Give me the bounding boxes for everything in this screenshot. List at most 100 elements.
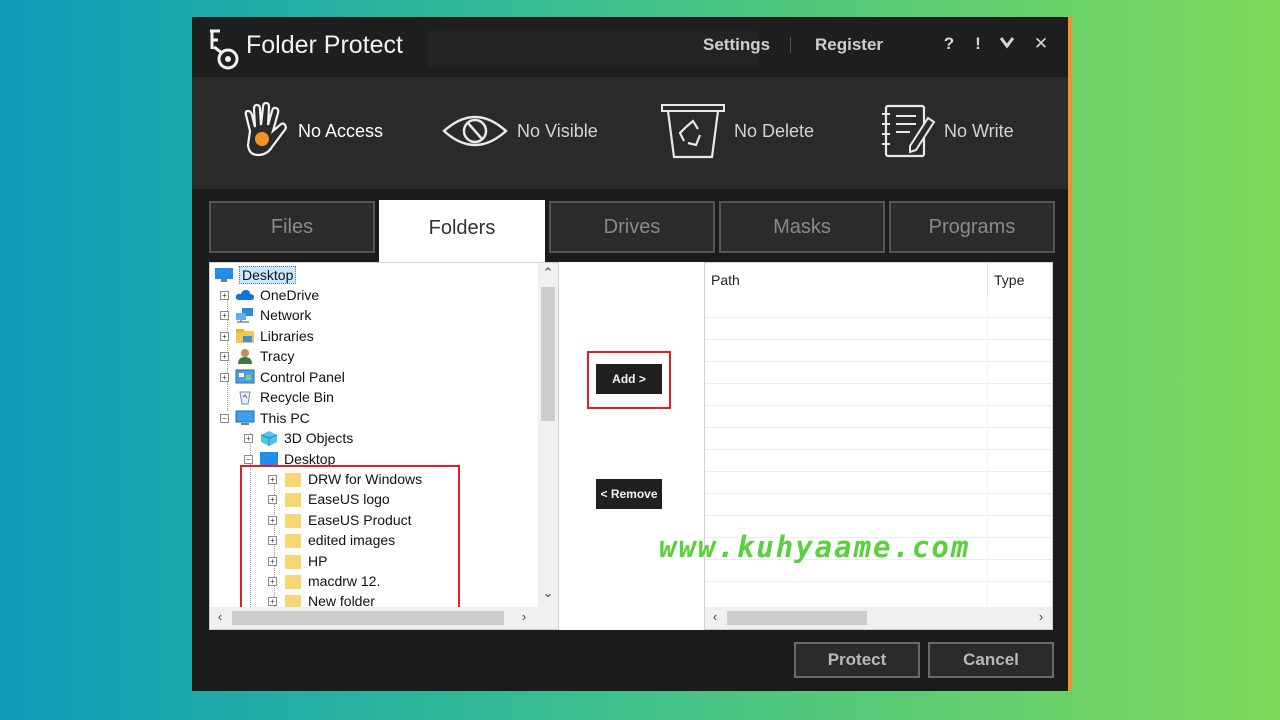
tab-folders[interactable]: Folders bbox=[379, 200, 545, 263]
tree-item-desktop[interactable]: Desktop bbox=[214, 265, 297, 285]
hand-icon bbox=[244, 101, 287, 157]
tab-programs[interactable]: Programs bbox=[889, 201, 1055, 253]
remove-button[interactable]: < Remove bbox=[596, 479, 662, 509]
grid-line bbox=[705, 361, 1052, 362]
cancel-button[interactable]: Cancel bbox=[928, 642, 1054, 678]
recycle-bin-icon bbox=[235, 389, 255, 405]
watermark-text: www.kuhyaame.com bbox=[659, 530, 971, 564]
tree-horizontal-scrollbar[interactable]: ‹ › bbox=[210, 607, 558, 629]
tree-item-label: This PC bbox=[260, 410, 310, 426]
protected-list[interactable]: Path Type ‹ › bbox=[704, 262, 1053, 630]
action-panel: Add > < Remove bbox=[559, 262, 704, 630]
desktop-icon bbox=[214, 267, 234, 283]
tree-item-label: Network bbox=[260, 307, 312, 323]
list-horizontal-scrollbar[interactable]: ‹ › bbox=[705, 607, 1052, 629]
grid-line bbox=[705, 449, 1052, 450]
menu-divider bbox=[790, 37, 791, 53]
settings-link[interactable]: Settings bbox=[703, 35, 770, 55]
key-logo-icon bbox=[210, 29, 239, 70]
network-icon bbox=[235, 307, 255, 323]
eye-slash-icon bbox=[442, 115, 508, 147]
tree-item-label: Desktop bbox=[239, 266, 297, 284]
scroll-left-icon[interactable]: ‹ bbox=[705, 609, 725, 624]
scroll-right-icon[interactable]: › bbox=[514, 609, 534, 624]
mode-label: No Visible bbox=[517, 120, 598, 141]
expand-icon[interactable]: + bbox=[220, 331, 229, 341]
grid-line bbox=[987, 295, 988, 607]
mode-no-write[interactable]: No Write bbox=[880, 99, 1014, 163]
scroll-left-icon[interactable]: ‹ bbox=[210, 609, 230, 624]
expand-icon[interactable]: + bbox=[244, 433, 253, 443]
tab-masks[interactable]: Masks bbox=[719, 201, 885, 253]
tree-item-network[interactable]: + Network bbox=[220, 305, 311, 325]
protection-modes-bar: No Access No Visible No Delete No Write bbox=[192, 77, 1068, 189]
grid-line bbox=[705, 515, 1052, 516]
help-button[interactable]: ? bbox=[938, 33, 960, 55]
app-title: Folder Protect bbox=[246, 31, 404, 59]
expand-icon[interactable]: + bbox=[220, 290, 229, 300]
highlight-box bbox=[240, 465, 460, 611]
title-bar: Folder Protect Settings Register ? ! ✕ bbox=[192, 17, 1068, 77]
grid-line bbox=[705, 405, 1052, 406]
grid-line bbox=[705, 317, 1052, 318]
scroll-thumb[interactable] bbox=[232, 611, 504, 625]
grid-line bbox=[705, 581, 1052, 582]
tree-item-onedrive[interactable]: + OneDrive bbox=[220, 285, 319, 305]
collapse-icon[interactable]: − bbox=[220, 413, 229, 423]
grid-line bbox=[705, 427, 1052, 428]
tree-item-label: OneDrive bbox=[260, 287, 320, 303]
tab-bar: Files Folders Drives Masks Programs bbox=[192, 189, 1068, 263]
notepad-icon bbox=[882, 104, 936, 158]
expand-icon[interactable]: + bbox=[220, 372, 229, 382]
minimize-button[interactable] bbox=[996, 33, 1018, 55]
close-button[interactable]: ✕ bbox=[1030, 33, 1052, 55]
info-button[interactable]: ! bbox=[967, 33, 989, 55]
expand-icon[interactable]: + bbox=[220, 310, 229, 320]
grid-line bbox=[705, 339, 1052, 340]
cube-icon bbox=[259, 430, 279, 446]
mode-no-delete[interactable]: No Delete bbox=[660, 99, 814, 163]
folder-protect-window: Folder Protect Settings Register ? ! ✕ N… bbox=[192, 17, 1072, 691]
tree-vertical-scrollbar[interactable]: ⌃ ⌄ bbox=[538, 263, 558, 608]
tab-drives[interactable]: Drives bbox=[549, 201, 715, 253]
column-header-type[interactable]: Type bbox=[988, 263, 1052, 295]
library-folder-icon bbox=[235, 328, 255, 344]
tree-item-label: Libraries bbox=[260, 328, 314, 344]
scroll-down-icon[interactable]: ⌄ bbox=[538, 585, 558, 601]
tree-item-label: Tracy bbox=[260, 348, 295, 364]
cloud-icon bbox=[235, 287, 255, 303]
tree-item-3d-objects[interactable]: + 3D Objects bbox=[244, 428, 353, 448]
tree-item-control-panel[interactable]: + Control Panel bbox=[220, 367, 345, 387]
scroll-up-icon[interactable]: ⌃ bbox=[538, 265, 558, 281]
control-panel-icon bbox=[235, 369, 255, 385]
register-link[interactable]: Register bbox=[815, 35, 883, 55]
tree-item-recycle-bin[interactable]: Recycle Bin bbox=[220, 387, 334, 407]
protect-button[interactable]: Protect bbox=[794, 642, 920, 678]
mode-no-visible[interactable]: No Visible bbox=[441, 99, 598, 163]
mode-no-access[interactable]: No Access bbox=[236, 99, 383, 163]
folder-tree[interactable]: Desktop + OneDrive + Network + Libraries… bbox=[209, 262, 559, 630]
tab-files[interactable]: Files bbox=[209, 201, 375, 253]
scroll-thumb[interactable] bbox=[541, 287, 555, 421]
chevron-down-icon bbox=[999, 37, 1015, 49]
grid-line bbox=[705, 493, 1052, 494]
user-icon bbox=[235, 348, 255, 364]
computer-icon bbox=[235, 410, 255, 426]
tree-item-label: Recycle Bin bbox=[260, 389, 334, 405]
tree-item-tracy[interactable]: + Tracy bbox=[220, 346, 294, 366]
tree-item-libraries[interactable]: + Libraries bbox=[220, 326, 314, 346]
column-header-path[interactable]: Path bbox=[705, 263, 987, 295]
scroll-thumb[interactable] bbox=[727, 611, 867, 625]
mode-label: No Delete bbox=[734, 120, 815, 141]
expand-icon[interactable]: + bbox=[220, 351, 229, 361]
collapse-icon[interactable]: − bbox=[244, 454, 253, 464]
scroll-right-icon[interactable]: › bbox=[1031, 609, 1051, 624]
tree-item-label: Control Panel bbox=[260, 369, 345, 385]
add-button[interactable]: Add > bbox=[596, 364, 662, 394]
recycle-bin-icon bbox=[661, 104, 725, 159]
tree-item-this-pc[interactable]: − This PC bbox=[220, 408, 310, 428]
mode-label: No Write bbox=[944, 120, 1014, 141]
mode-label: No Access bbox=[298, 120, 384, 141]
grid-line bbox=[705, 471, 1052, 472]
